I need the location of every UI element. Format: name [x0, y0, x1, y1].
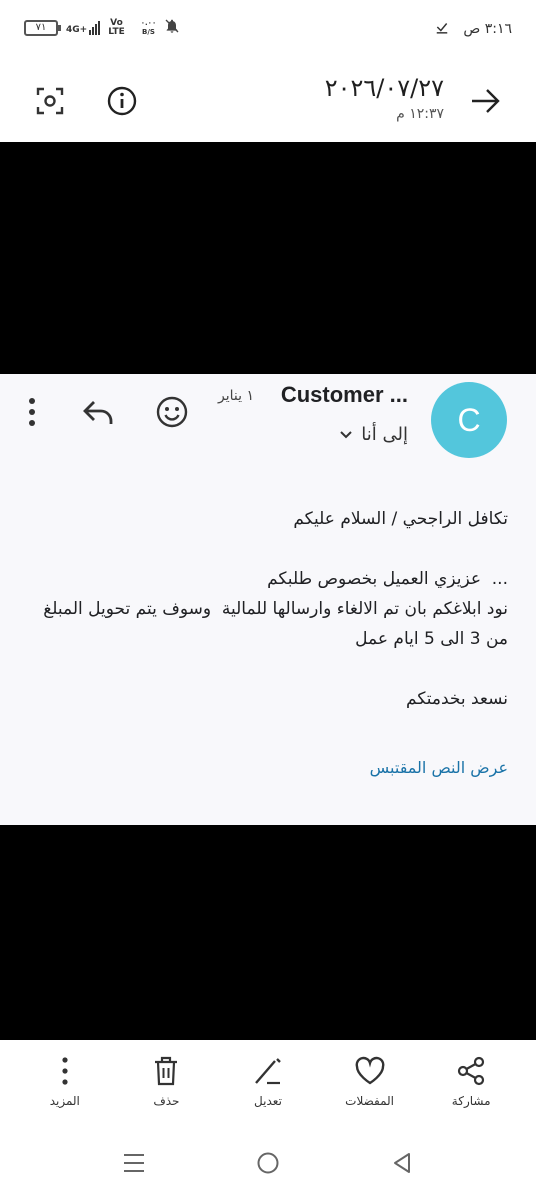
recipients-label: إلى أنا	[361, 424, 408, 445]
battery-icon: ٧١	[24, 20, 61, 36]
body-line-2: ... عزيزي العميل بخصوص طلبكم	[267, 569, 508, 589]
sender-name: Customer ...	[280, 382, 408, 407]
recent-apps-icon[interactable]	[114, 1148, 154, 1178]
show-quoted-text-link[interactable]: عرض النص المقتبس	[370, 758, 508, 777]
edit-button[interactable]: تعديل	[223, 1040, 313, 1126]
screen-capture-icon[interactable]	[33, 84, 67, 118]
more-vertical-icon	[61, 1056, 69, 1086]
favorites-button[interactable]: المفضلات	[325, 1040, 415, 1126]
arrow-forward-icon[interactable]	[468, 84, 502, 118]
share-label: مشاركة	[451, 1094, 491, 1108]
volte-bottom: LTE	[108, 27, 125, 37]
bell-off-icon	[164, 18, 180, 38]
data-speed-value: ٠.٠٠	[140, 19, 157, 27]
favorites-label: المفضلات	[345, 1094, 395, 1108]
body-line-3: نود ابلاغكم بان تم الالغاء وارسالها للما…	[43, 599, 508, 619]
more-label: المزيد	[49, 1094, 80, 1108]
header-time: ١٢:٣٧ م	[396, 106, 444, 122]
body-line-1: تكافل الراجحي / السلام عليكم	[293, 509, 508, 529]
bottom-action-bar: المزيد حذف تعديل المفضلات مشاركة	[0, 1040, 536, 1126]
clock: ٣:١٦ ص	[463, 21, 512, 37]
trash-icon	[153, 1056, 179, 1086]
info-icon[interactable]	[105, 84, 139, 118]
email-date: ١ يناير	[218, 388, 254, 404]
pencil-icon	[253, 1056, 283, 1086]
delete-button[interactable]: حذف	[121, 1040, 211, 1126]
image-background-bottom	[0, 825, 536, 1040]
home-icon[interactable]	[248, 1148, 288, 1178]
email-card: C Customer ... ١ يناير إلى أنا تكافل الر…	[0, 374, 536, 825]
avatar-letter: C	[457, 401, 481, 438]
body-line-4: من 3 الى 5 ايام عمل	[355, 629, 508, 649]
emoji-icon[interactable]	[154, 394, 190, 430]
more-vertical-icon[interactable]	[14, 394, 50, 430]
heart-icon	[354, 1056, 386, 1086]
email-body: تكافل الراجحي / السلام عليكم ... عزيزي ا…	[18, 504, 508, 714]
reply-icon[interactable]	[80, 394, 116, 430]
more-button[interactable]: المزيد	[20, 1040, 110, 1126]
avatar: C	[431, 382, 507, 458]
navigation-bar	[0, 1126, 536, 1200]
battery-level: ٧١	[35, 22, 47, 33]
status-bar: ٧١ 4G+ Vo LTE ٠.٠٠ B/S ٣:١٦ ص	[0, 0, 536, 60]
data-speed-unit: B/S	[142, 28, 155, 36]
top-app-bar: ٢٠٢٦/٠٧/٢٧ ١٢:٣٧ م	[0, 60, 536, 142]
edit-label: تعديل	[254, 1094, 282, 1108]
chevron-down-icon	[339, 424, 353, 445]
header-date: ٢٠٢٦/٠٧/٢٧	[324, 74, 444, 102]
signal-icon	[89, 21, 101, 35]
delete-label: حذف	[153, 1094, 180, 1108]
body-line-5: نسعد بخدمتكم	[406, 689, 508, 709]
network-type: 4G+	[66, 25, 88, 35]
back-icon[interactable]	[382, 1148, 422, 1178]
recipients-toggle[interactable]: إلى أنا	[339, 424, 408, 445]
share-icon	[456, 1056, 486, 1086]
download-icon	[435, 20, 449, 38]
share-button[interactable]: مشاركة	[426, 1040, 516, 1126]
header-title: ٢٠٢٦/٠٧/٢٧ ١٢:٣٧ م	[325, 74, 444, 122]
image-background-top	[0, 142, 536, 374]
